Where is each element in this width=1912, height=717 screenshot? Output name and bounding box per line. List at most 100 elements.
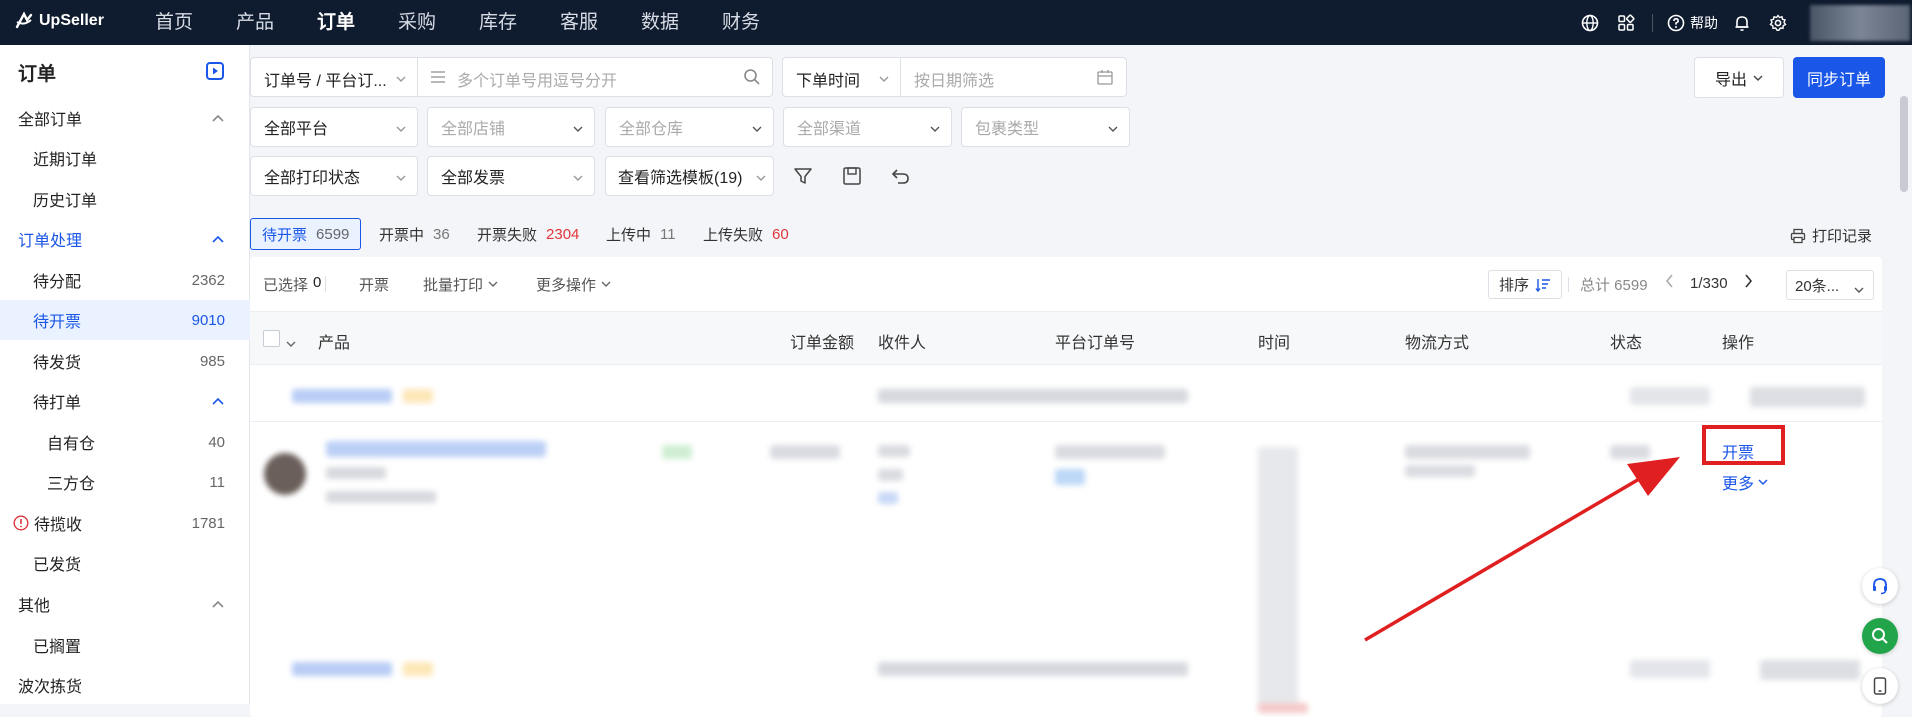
bell-icon[interactable]: [1724, 0, 1760, 45]
gear-icon[interactable]: [1760, 0, 1796, 45]
help-button[interactable]: 帮助: [1661, 13, 1724, 33]
tab-to-invoice[interactable]: 待开票 6599: [250, 218, 362, 250]
search-type-select[interactable]: 订单号 / 平台订...: [264, 67, 389, 91]
sidebar-item-count: 1781: [191, 514, 225, 532]
blurred-content: [1630, 387, 1710, 405]
chevron-down-icon: [396, 70, 406, 88]
tab-upload-failed[interactable]: 上传失败 60: [703, 218, 789, 250]
search-icon[interactable]: [743, 68, 761, 91]
chevron-left-icon[interactable]: [1665, 274, 1674, 292]
chevron-down-icon: [752, 120, 762, 138]
chevron-down-icon: [488, 281, 498, 287]
sidebar-item-order-processing[interactable]: 订单处理: [0, 219, 250, 259]
warehouse-select[interactable]: 全部仓库: [605, 107, 774, 147]
sidebar-item-third-party-warehouse[interactable]: 三方仓 11: [0, 462, 250, 502]
tab-uploading[interactable]: 上传中 11: [606, 218, 676, 250]
search-type-label: 订单号 / 平台订...: [264, 73, 387, 90]
search-input[interactable]: 多个订单号用逗号分开: [457, 67, 617, 91]
tab-label: 开票中: [379, 226, 425, 244]
blurred-content: [878, 662, 1188, 676]
chevron-down-icon: [1854, 281, 1864, 298]
chevron-down-icon[interactable]: [286, 335, 296, 353]
blurred-content: [326, 467, 386, 479]
date-range-input[interactable]: 按日期筛选: [914, 67, 994, 91]
nav-purchase[interactable]: 采购: [398, 0, 479, 45]
blurred-content: [878, 492, 898, 504]
tab-count: 6599: [316, 225, 350, 243]
store-select[interactable]: 全部店铺: [427, 107, 595, 147]
batch-print-button[interactable]: 批量打印: [423, 274, 498, 295]
blurred-content: [662, 445, 692, 459]
reset-icon[interactable]: [886, 161, 916, 191]
chevron-right-icon[interactable]: [1744, 274, 1753, 292]
select-all-checkbox[interactable]: [263, 330, 280, 347]
sidebar-item-all-orders[interactable]: 全部订单: [0, 98, 250, 138]
time-type-select[interactable]: 下单时间: [796, 67, 860, 91]
nav-inventory[interactable]: 库存: [479, 0, 560, 45]
top-navigation-bar: UpSeller 首页 产品 订单 采购 库存 客服 数据 财务 帮助: [0, 0, 1912, 45]
sidebar-item-to-ship[interactable]: 待发货 985: [0, 341, 250, 381]
platform-select[interactable]: 全部平台: [250, 107, 418, 147]
order-sidebar: 订单 全部订单 近期订单 历史订单 订单处理 待分配 2362 待开票 9010…: [0, 45, 250, 704]
pagination: 1/330: [1665, 274, 1753, 292]
nav-customer-service[interactable]: 客服: [560, 0, 641, 45]
sidebar-item-history-orders[interactable]: 历史订单: [0, 179, 250, 219]
blurred-content: [403, 389, 433, 403]
blurred-content: [1055, 445, 1165, 459]
sidebar-item-recent-orders[interactable]: 近期订单: [0, 138, 250, 178]
batch-invoice-button[interactable]: 开票: [359, 274, 389, 295]
sidebar-item-to-collect[interactable]: 待揽收 1781: [0, 503, 250, 543]
sidebar-item-own-warehouse[interactable]: 自有仓 40: [0, 422, 250, 462]
filter-template-select[interactable]: 查看筛选模板(19): [605, 156, 774, 196]
channel-select[interactable]: 全部渠道: [783, 107, 952, 147]
orders-panel: 已选择 0 开票 批量打印 更多操作 排序 总计 6599 1/330 20条.…: [250, 257, 1882, 717]
chevron-up-icon: [212, 109, 224, 127]
tab-invoice-failed[interactable]: 开票失败 2304: [477, 218, 579, 250]
nav-products[interactable]: 产品: [236, 0, 317, 45]
upseller-logo[interactable]: UpSeller: [14, 11, 104, 31]
tab-count: 11: [660, 225, 676, 243]
row-more-button[interactable]: 更多: [1722, 470, 1768, 494]
blurred-content: [1750, 387, 1865, 407]
customer-support-button[interactable]: [1862, 568, 1898, 604]
sidebar-item-to-invoice[interactable]: 待开票 9010: [0, 300, 250, 340]
row-invoice-button[interactable]: 开票: [1722, 439, 1754, 463]
selected-count: 已选择 0: [263, 274, 321, 295]
more-operations-button[interactable]: 更多操作: [536, 274, 611, 295]
save-icon[interactable]: [837, 161, 867, 191]
tab-count: 36: [433, 225, 450, 243]
globe-icon[interactable]: [1572, 0, 1608, 45]
sidebar-item-to-allocate[interactable]: 待分配 2362: [0, 260, 250, 300]
blurred-content: [878, 445, 910, 457]
collapse-sidebar-icon[interactable]: [206, 62, 224, 80]
nav-finance[interactable]: 财务: [722, 0, 803, 45]
apps-grid-icon[interactable]: [1608, 0, 1644, 45]
sidebar-item-other[interactable]: 其他: [0, 584, 250, 624]
search-float-button[interactable]: [1862, 618, 1898, 654]
nav-orders[interactable]: 订单: [317, 0, 398, 45]
more-operations-label: 更多操作: [536, 277, 597, 294]
question-circle-icon: [1667, 14, 1685, 31]
print-status-select[interactable]: 全部打印状态: [250, 156, 418, 196]
page-scrollbar[interactable]: [1900, 96, 1908, 192]
user-avatar[interactable]: [1810, 4, 1910, 41]
nav-data[interactable]: 数据: [641, 0, 722, 45]
tab-invoicing[interactable]: 开票中 36: [379, 218, 450, 250]
page-size-select[interactable]: 20条...: [1786, 270, 1874, 300]
nav-home[interactable]: 首页: [155, 0, 236, 45]
sidebar-item-shipped[interactable]: 已发货: [0, 543, 250, 583]
filter-icon[interactable]: [788, 161, 818, 191]
calendar-icon[interactable]: [1097, 69, 1113, 90]
package-type-select[interactable]: 包裹类型: [961, 107, 1130, 147]
print-record-link[interactable]: 打印记录: [1790, 225, 1872, 246]
sync-orders-button[interactable]: 同步订单: [1793, 57, 1885, 98]
invoice-select[interactable]: 全部发票: [427, 156, 595, 196]
sidebar-item-to-print[interactable]: 待打单: [0, 381, 250, 421]
row-more-label: 更多: [1722, 476, 1755, 493]
sidebar-item-on-hold[interactable]: 已搁置: [0, 625, 250, 665]
sort-button[interactable]: 排序: [1488, 270, 1562, 299]
export-button[interactable]: 导出: [1694, 57, 1784, 98]
sidebar-item-label: 其他: [18, 598, 51, 615]
mobile-app-button[interactable]: [1862, 668, 1898, 704]
sidebar-item-wave-picking[interactable]: 波次拣货: [0, 665, 250, 705]
